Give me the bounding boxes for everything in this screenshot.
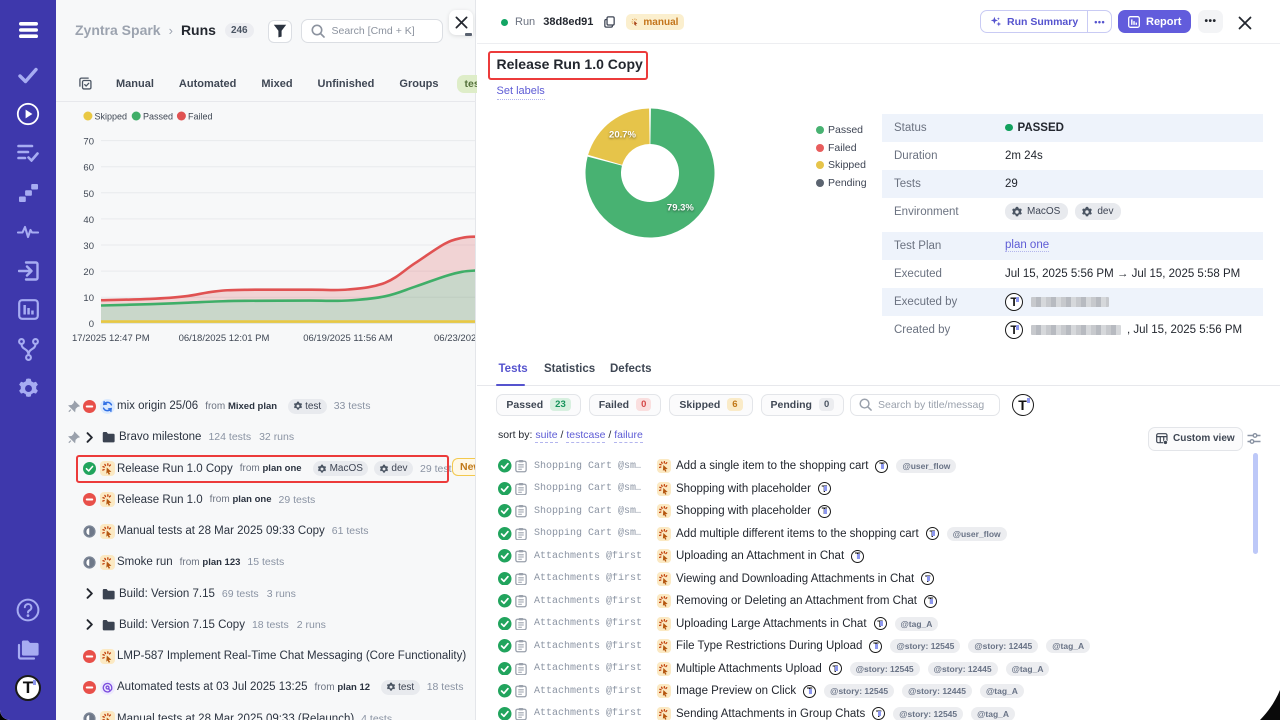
svg-text:10: 10 [83, 293, 94, 304]
svg-text:50: 50 [83, 189, 94, 200]
svg-text:06/19/2025 11:56 AM: 06/19/2025 11:56 AM [303, 333, 393, 344]
svg-text:79.3%: 79.3% [667, 203, 694, 214]
svg-text:30: 30 [83, 241, 94, 252]
svg-text:Skipped: Skipped [95, 112, 128, 122]
svg-text:06/23/202: 06/23/202 [434, 333, 475, 344]
svg-text:06/18/2025 12:01 PM: 06/18/2025 12:01 PM [179, 333, 270, 344]
svg-text:0: 0 [89, 319, 94, 330]
svg-text:20.7%: 20.7% [609, 130, 636, 141]
svg-text:Failed: Failed [188, 112, 213, 122]
svg-text:70: 70 [83, 137, 94, 148]
svg-text:Passed: Passed [143, 112, 173, 122]
svg-text:60: 60 [83, 163, 94, 174]
svg-text:20: 20 [83, 267, 94, 278]
svg-text:40: 40 [83, 215, 94, 226]
svg-text:17/2025 12:47 PM: 17/2025 12:47 PM [72, 333, 150, 344]
